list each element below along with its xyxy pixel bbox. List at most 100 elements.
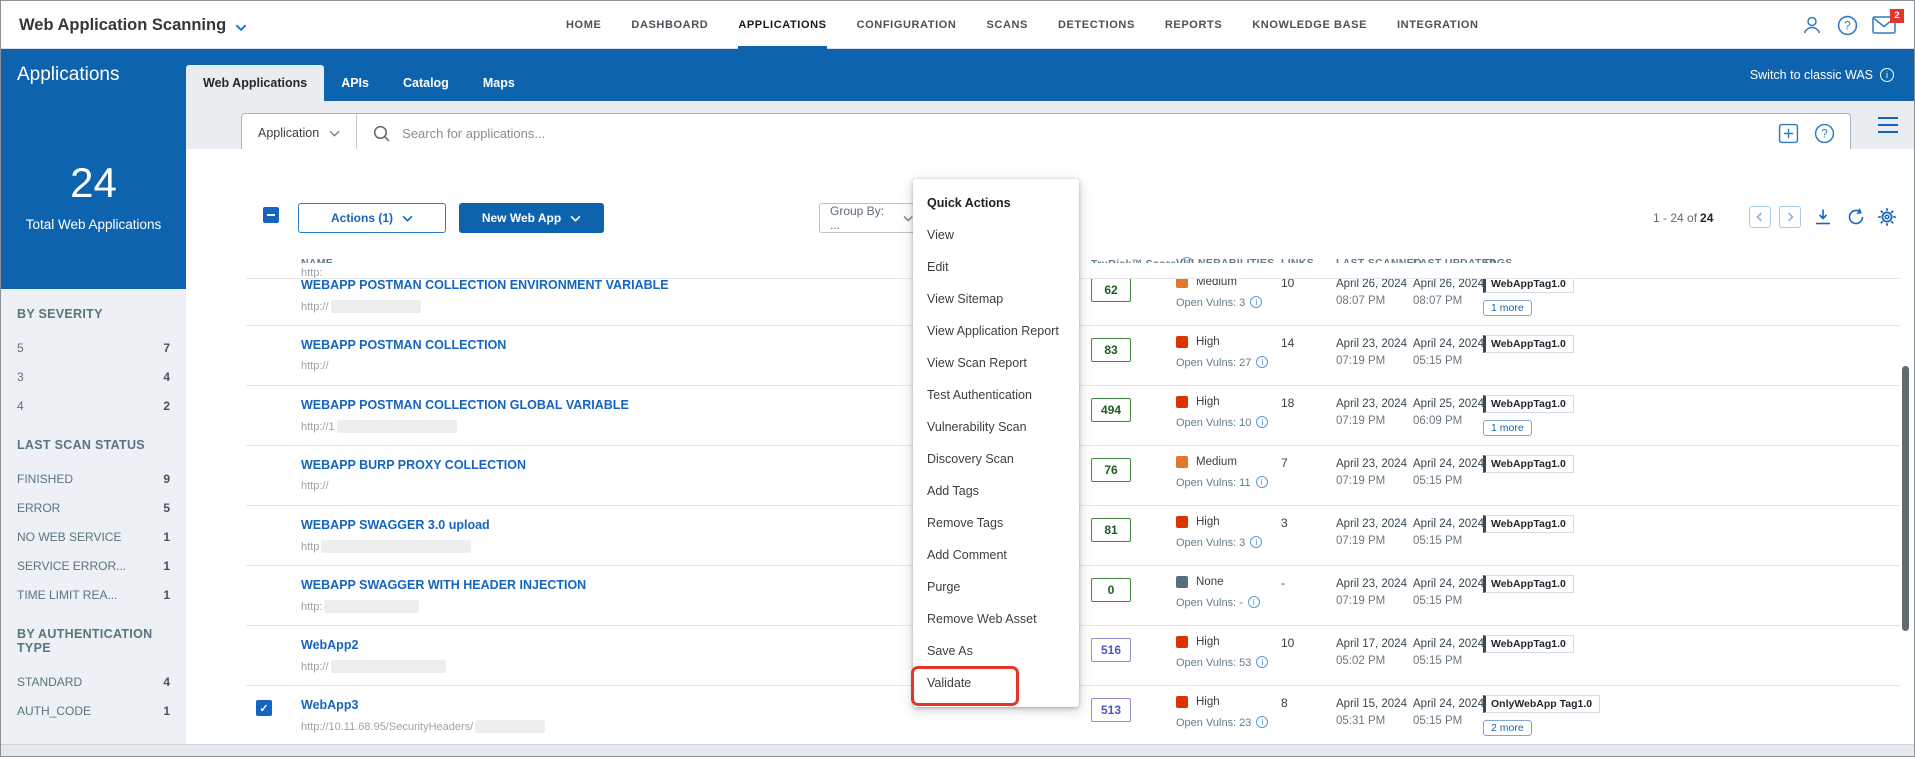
sidebar-facet-row[interactable]: ERROR 5 [17,493,170,522]
quick-action-item[interactable]: Discovery Scan [913,443,1079,475]
sidebar-facet-row[interactable]: SERVICE ERROR... 1 [17,551,170,580]
quick-action-item[interactable]: Edit [913,251,1079,283]
switch-to-classic-link[interactable]: Switch to classic WAS [1750,49,1894,101]
new-web-app-button[interactable]: New Web App [459,203,604,233]
facet-count: 1 [163,558,170,573]
tab[interactable]: Web Applications [186,65,325,101]
top-nav-item[interactable]: INTEGRATION [1397,1,1479,49]
help-icon[interactable]: ? [1837,15,1858,36]
app-name-link[interactable]: WEBAPP SWAGGER WITH HEADER INJECTION [301,578,586,592]
severity-label: High [1196,336,1220,348]
quick-action-item[interactable]: Add Comment [913,539,1079,571]
more-tags-chip[interactable]: 1 more [1483,420,1532,436]
refresh-icon[interactable] [1846,207,1866,227]
quick-action-item[interactable]: Save As [913,635,1079,667]
quick-action-item[interactable]: Purge [913,571,1079,603]
facet-count: 1 [163,587,170,602]
total-web-applications-card[interactable]: 24 Total Web Applications [1,101,186,289]
quick-action-item[interactable]: Remove Web Asset [913,603,1079,635]
app-url-text: http:// [301,660,329,673]
app-name-link[interactable]: WebApp2 [301,638,358,652]
app-name-link[interactable]: WEBAPP POSTMAN COLLECTION GLOBAL VARIABL… [301,398,629,412]
sidebar-facet-row[interactable]: 4 2 [17,391,170,420]
last-scanned-date: April 23, 2024 [1336,458,1407,470]
top-nav-item[interactable]: APPLICATIONS [738,1,826,49]
divider [356,114,358,152]
add-query-icon[interactable] [1778,123,1799,144]
tag-chip: WebAppTag1.0 [1483,635,1574,653]
settings-gear-icon[interactable] [1877,207,1897,227]
sidebar-facet-row[interactable]: 3 4 [17,362,170,391]
last-updated-time: 05:15 PM [1413,715,1463,727]
quick-action-item[interactable]: Test Authentication [913,379,1079,411]
more-tags-chip[interactable]: 1 more [1483,300,1532,316]
actions-button[interactable]: Actions (1) [298,203,446,233]
trurisk-score-badge: 62 [1091,279,1131,302]
info-icon[interactable] [1247,596,1260,608]
sidebar-facet-row[interactable]: TIME LIMIT REA... 1 [17,580,170,609]
app-url: http:// [301,360,506,372]
more-tags-chip[interactable]: 2 more [1483,720,1532,736]
quick-action-item[interactable]: View [913,219,1079,251]
download-icon[interactable] [1813,207,1833,227]
tab[interactable]: Maps [466,65,532,101]
search-input[interactable]: Search for applications... [402,126,1778,141]
top-nav-item[interactable]: REPORTS [1165,1,1222,49]
sidebar-facet-row[interactable]: NO WEB SERVICE 1 [17,522,170,551]
vertical-scrollbar[interactable] [1902,366,1909,631]
info-icon[interactable] [1256,716,1269,728]
tab[interactable]: Catalog [386,65,466,101]
links-count: 7 [1281,456,1288,470]
last-updated-time: 06:09 PM [1413,415,1463,427]
top-bar-icons: ? 2 [1801,1,1904,49]
severity-icon [1176,336,1188,348]
url-redaction [321,540,472,553]
quick-actions-menu: Quick Actions View Edit View Sitemap Vie… [911,179,1079,707]
select-all-checkbox[interactable] [263,207,279,223]
quick-action-item[interactable]: View Sitemap [913,283,1079,315]
next-page-icon[interactable] [1779,206,1801,228]
mail-icon[interactable]: 2 [1872,9,1904,34]
app-name-link[interactable]: WEBAPP POSTMAN COLLECTION ENVIRONMENT VA… [301,279,669,292]
quick-action-item[interactable]: Validate [911,666,1079,706]
info-icon[interactable] [1256,356,1269,368]
info-icon[interactable] [1256,416,1269,428]
search-help-icon[interactable]: ? [1814,123,1835,144]
quick-action-item[interactable]: View Application Report [913,315,1079,347]
app-name-link[interactable]: WEBAPP SWAGGER 3.0 upload [301,518,490,532]
module-picker[interactable]: Web Application Scanning [19,1,247,49]
top-nav-item[interactable]: SCANS [986,1,1028,49]
quick-action-item[interactable]: Add Tags [913,475,1079,507]
horizontal-scrollbar-track[interactable] [1,744,1914,756]
info-icon[interactable] [1250,296,1263,308]
search-scope-dropdown[interactable]: Application [242,114,356,152]
side-rows: FINISHED 9 ERROR 5 NO WEB SERVICE 1 SERV… [17,464,170,609]
quick-action-item[interactable]: View Scan Report [913,347,1079,379]
app-name-link[interactable]: WEBAPP BURP PROXY COLLECTION [301,458,526,472]
prev-page-icon[interactable] [1749,206,1771,228]
open-vulns-label: Open Vulns: 23 [1176,717,1252,729]
app-name-link[interactable]: WEBAPP POSTMAN COLLECTION [301,338,506,352]
sidebar-facet-row[interactable]: STANDARD 4 [17,667,170,696]
sidebar-facet-row[interactable]: AUTH_CODE 1 [17,696,170,725]
group-by-dropdown[interactable]: Group By: ... [819,203,924,233]
top-nav-item[interactable]: DASHBOARD [631,1,708,49]
menu-icon[interactable] [1876,116,1900,134]
last-scanned-time: 05:02 PM [1336,655,1386,667]
top-nav-item[interactable]: CONFIGURATION [857,1,957,49]
row-checkbox[interactable] [256,700,272,716]
tab[interactable]: APIs [324,65,386,101]
sidebar-section: BY AUTHENTICATION TYPE STANDARD 4 AUTH_C… [17,627,170,725]
sidebar-facet-row[interactable]: 5 7 [17,333,170,362]
info-icon[interactable] [1250,536,1263,548]
top-nav-item[interactable]: KNOWLEDGE BASE [1252,1,1367,49]
sidebar-facet-row[interactable]: FINISHED 9 [17,464,170,493]
app-name-link[interactable]: WebApp3 [301,698,358,712]
top-nav-item[interactable]: DETECTIONS [1058,1,1135,49]
quick-action-item[interactable]: Vulnerability Scan [913,411,1079,443]
info-icon[interactable] [1255,476,1268,488]
user-icon[interactable] [1801,14,1823,36]
top-nav-item[interactable]: HOME [566,1,601,49]
quick-action-item[interactable]: Remove Tags [913,507,1079,539]
info-icon[interactable] [1256,656,1269,668]
